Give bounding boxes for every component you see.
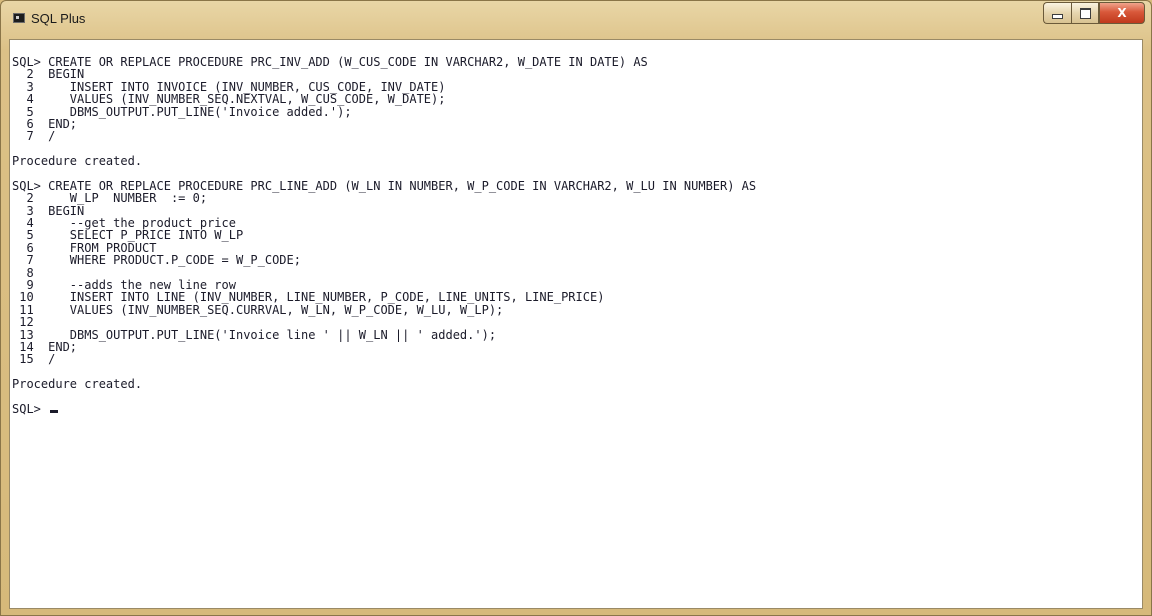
console-line: 13 DBMS_OUTPUT.PUT_LINE('Invoice line ' … [12, 327, 497, 342]
console-line: Procedure created. [12, 154, 143, 169]
console-line: 11 VALUES (INV_NUMBER_SEQ.CURRVAL, W_LN,… [12, 302, 504, 317]
console-line: 5 DBMS_OUTPUT.PUT_LINE('Invoice added.')… [12, 104, 352, 119]
console-line: 6 END; [12, 116, 78, 131]
console-output: SQL> CREATE OR REPLACE PROCEDURE PRC_INV… [12, 55, 756, 416]
title-bar[interactable]: SQL Plus X [1, 1, 1151, 39]
console-line: Procedure created. [12, 377, 143, 392]
text-cursor [50, 409, 59, 413]
sql-prompt: SQL> [12, 401, 49, 416]
app-icon[interactable] [13, 13, 25, 23]
console-line: 15 / [12, 352, 56, 367]
console-line: 14 END; [12, 339, 78, 354]
close-icon: X [1117, 6, 1127, 20]
console-line: 7 WHERE PRODUCT.P_CODE = W_P_CODE; [12, 253, 301, 268]
console-line: SQL> CREATE OR REPLACE PROCEDURE PRC_INV… [12, 55, 648, 69]
console-line: 4 VALUES (INV_NUMBER_SEQ.NEXTVAL, W_CUS_… [12, 92, 446, 107]
maximize-icon [1079, 7, 1091, 19]
maximize-button[interactable] [1071, 2, 1099, 24]
minimize-button[interactable] [1043, 2, 1071, 24]
console-line: 2 BEGIN [12, 67, 85, 82]
console-line: 5 SELECT P_PRICE INTO W_LP [12, 228, 244, 243]
close-button[interactable]: X [1099, 2, 1145, 24]
window-title: SQL Plus [31, 11, 86, 26]
minimize-icon [1052, 13, 1063, 19]
prompt-line[interactable]: SQL> [12, 403, 756, 415]
sqlplus-window: SQL Plus X SQL> CREATE OR REPLACE PROCED… [0, 0, 1152, 616]
console-line: 12 [12, 315, 34, 330]
console-line: 10 INSERT INTO LINE (INV_NUMBER, LINE_NU… [12, 290, 605, 305]
console-line: 7 / [12, 129, 56, 144]
console-area[interactable]: SQL> CREATE OR REPLACE PROCEDURE PRC_INV… [9, 39, 1143, 609]
console-line: 2 W_LP NUMBER := 0; [12, 191, 208, 206]
window-controls: X [1043, 2, 1145, 24]
